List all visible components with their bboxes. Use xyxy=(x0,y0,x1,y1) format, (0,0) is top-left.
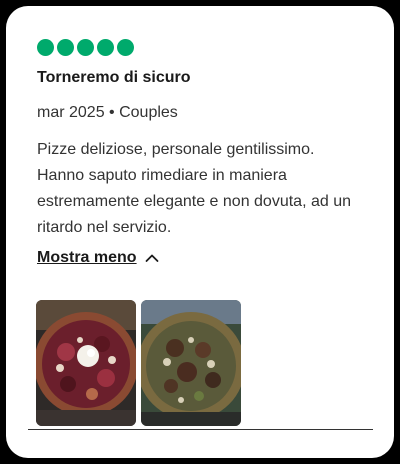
rating-bubble-icon xyxy=(117,39,134,56)
chevron-up-icon xyxy=(145,254,158,262)
review-body-line: ritardo nel servizio. xyxy=(37,219,172,236)
rating-bubble-icon xyxy=(77,39,94,56)
review-photos xyxy=(36,300,241,426)
review-title: Torneremo di sicuro xyxy=(37,69,191,86)
divider xyxy=(28,429,373,430)
show-less-label: Mostra meno xyxy=(37,249,137,266)
rating-bubble-icon xyxy=(57,39,74,56)
review-photo-1[interactable] xyxy=(36,300,136,426)
review-body-line: Hanno saputo rimediare in maniera xyxy=(37,167,287,184)
review-meta: mar 2025 • Couples xyxy=(37,104,178,121)
review-body-line: estremamente elegante e non dovuta, ad u… xyxy=(37,193,351,210)
review-body-line: Pizze deliziose, personale gentilissimo. xyxy=(37,141,315,158)
rating-bubble-icon xyxy=(37,39,54,56)
rating-bubble-icon xyxy=(97,39,114,56)
review-card: Torneremo di sicuro mar 2025 • Couples P… xyxy=(6,6,394,458)
show-less-button[interactable]: Mostra meno xyxy=(37,249,159,267)
review-photo-2[interactable] xyxy=(141,300,241,426)
rating-bubbles xyxy=(37,39,134,56)
review-body: Pizze deliziose, personale gentilissimo.… xyxy=(37,137,382,241)
